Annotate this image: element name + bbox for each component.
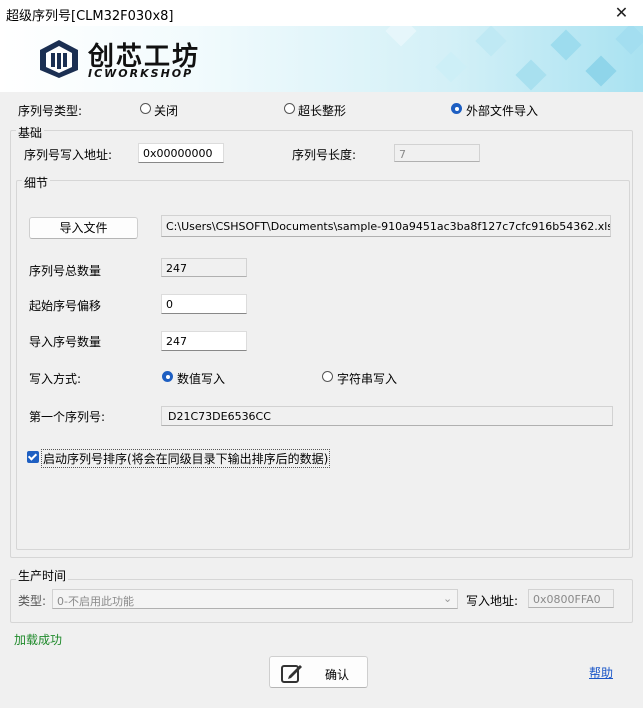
radio-numeric-write[interactable] [162,371,173,382]
write-address-input[interactable]: 0x00000000 [138,143,224,163]
radio-numeric-write-label[interactable]: 数值写入 [177,370,225,387]
radio-off-label[interactable]: 关闭 [154,102,178,119]
title-bar: 超级序列号[CLM32F030x8] ✕ [0,0,643,26]
basic-group-title: 基础 [16,124,45,141]
logo-icon [40,40,78,78]
decor-diamond [585,55,617,87]
logo-text-en: ICWORKSHOP [88,67,194,80]
decor-diamond [435,51,467,83]
start-offset-input[interactable]: 0 [161,294,247,314]
decor-diamond [475,26,507,57]
help-link[interactable]: 帮助 [589,664,613,681]
window-title: 超级序列号[CLM32F030x8] [6,9,174,24]
import-file-button[interactable]: 导入文件 [29,217,138,239]
radio-external-file-label[interactable]: 外部文件导入 [466,102,538,119]
decor-diamond [550,29,582,61]
serial-type-label: 序列号类型: [18,104,83,118]
radio-off[interactable] [140,103,151,114]
status-text: 加载成功 [14,633,63,647]
file-path-field: C:\Users\CSHSOFT\Documents\sample-910a94… [161,215,611,237]
serial-length-label: 序列号长度: [292,148,357,162]
first-serial-label: 第一个序列号: [29,410,106,424]
production-time-title: 生产时间 [16,567,69,584]
radio-long-int[interactable] [284,103,295,114]
close-icon[interactable]: ✕ [600,0,643,26]
total-count-label: 序列号总数量 [29,264,102,278]
start-offset-label: 起始序号偏移 [29,299,102,313]
chevron-down-icon: ⌄ [443,592,453,605]
serial-length-value: 7 [394,144,480,162]
first-serial-value: D21C73DE6536CC [161,406,613,426]
write-mode-label: 写入方式: [29,372,82,386]
edit-icon [281,665,302,683]
total-count-value: 247 [161,258,247,277]
write-address-label: 序列号写入地址: [24,148,113,162]
decor-diamond [615,26,643,55]
production-type-select: 0-不启用此功能 ⌄ [52,589,458,609]
confirm-button[interactable]: 确认 [269,656,368,688]
radio-string-write-label[interactable]: 字符串写入 [337,370,397,387]
decor-diamond [385,26,417,47]
production-address-label: 写入地址: [466,594,519,608]
import-count-label: 导入序号数量 [29,335,102,349]
import-count-input[interactable]: 247 [161,331,247,351]
sort-checkbox-label[interactable]: 启动序列号排序(将会在同级目录下输出排序后的数据) [41,449,331,468]
decor-diamond [515,59,547,91]
production-type-value: 0-不启用此功能 [57,595,134,608]
radio-string-write[interactable] [322,371,333,382]
brand-banner: 创芯工坊 ICWORKSHOP [0,26,643,92]
production-type-label: 类型: [18,594,47,608]
radio-long-int-label[interactable]: 超长整形 [298,102,346,119]
confirm-label: 确认 [325,668,350,682]
detail-group-title: 细节 [22,174,51,191]
sort-checkbox[interactable] [27,451,39,463]
radio-external-file[interactable] [451,103,462,114]
production-address-value: 0x0800FFA0 [528,589,614,608]
